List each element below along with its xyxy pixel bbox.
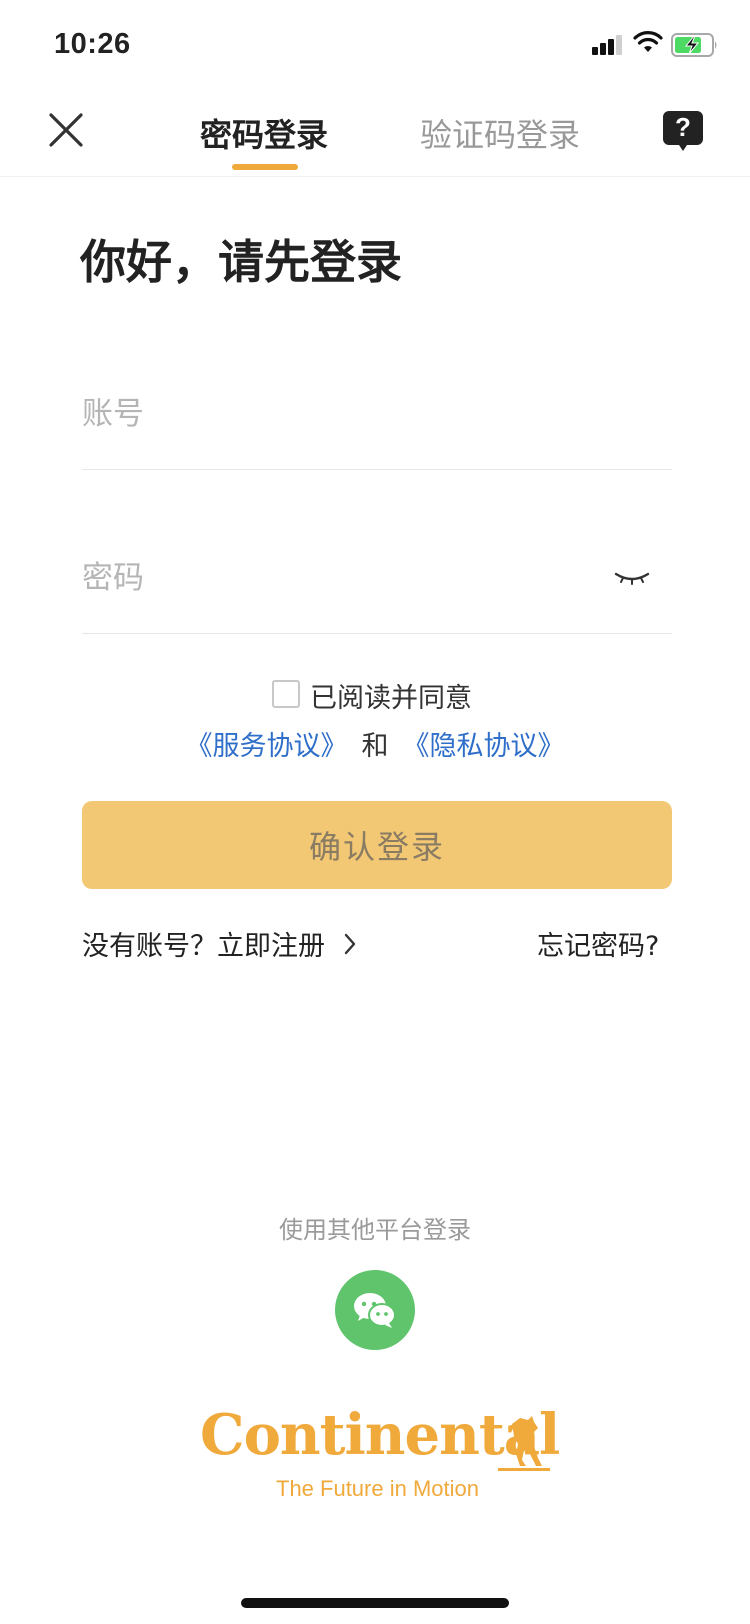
cellular-signal-icon xyxy=(592,33,624,55)
password-input[interactable] xyxy=(82,550,602,606)
account-input[interactable] xyxy=(82,386,672,442)
wechat-login-button[interactable] xyxy=(335,1270,415,1350)
agree-checkbox[interactable] xyxy=(272,680,300,708)
register-label: 没有账号？立即注册 xyxy=(82,931,325,962)
agree-label: 已阅读并同意 xyxy=(310,683,472,714)
brand-tagline: The Future in Motion xyxy=(276,1476,479,1501)
page-title: 你好，请先登录 xyxy=(80,235,402,289)
horse-icon xyxy=(498,1416,550,1471)
wechat-icon xyxy=(354,1293,396,1328)
service-agreement-link[interactable]: 《服务协议》 xyxy=(186,731,348,762)
chevron-right-icon xyxy=(344,933,356,954)
home-indicator xyxy=(241,1598,509,1608)
wifi-icon xyxy=(633,31,663,52)
tab-code-login[interactable]: 验证码登录 xyxy=(420,110,580,156)
privacy-agreement-link[interactable]: 《隐私协议》 xyxy=(403,731,565,762)
nav-divider xyxy=(0,176,750,177)
other-login-label: 使用其他平台登录 xyxy=(279,1216,471,1244)
register-link[interactable]: 没有账号？立即注册 xyxy=(82,924,357,963)
continental-logo: Continental The Future in Motion xyxy=(200,1402,560,1510)
eye-closed-icon[interactable] xyxy=(614,568,650,590)
close-icon[interactable] xyxy=(46,110,86,150)
active-tab-indicator xyxy=(232,164,298,170)
help-icon[interactable]: ? xyxy=(662,110,704,152)
battery-charging-icon xyxy=(671,33,717,57)
account-divider xyxy=(82,469,672,470)
confirm-login-button[interactable]: 确认登录 xyxy=(82,801,672,889)
password-divider xyxy=(82,633,672,634)
help-symbol: ? xyxy=(675,112,691,142)
terms-line: 《服务协议》和《隐私协议》 xyxy=(0,724,750,763)
status-time: 10:26 xyxy=(54,28,131,60)
tab-password-login[interactable]: 密码登录 xyxy=(200,110,328,156)
and-text: 和 xyxy=(361,731,389,762)
forgot-password-link[interactable]: 忘记密码? xyxy=(537,924,659,963)
